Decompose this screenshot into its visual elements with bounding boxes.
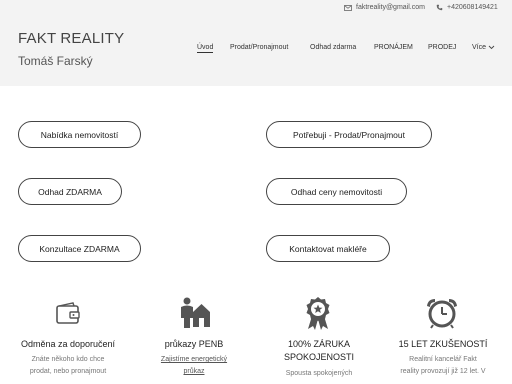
- contact-email[interactable]: faktreality@gmail.com: [344, 4, 425, 11]
- site-title[interactable]: FAKT REALITY: [18, 30, 124, 47]
- envelope-icon: [344, 4, 352, 11]
- feature-referral-title: Odměna za doporučení: [20, 339, 116, 349]
- free-valuation-button[interactable]: Odhad ZDARMA: [18, 178, 122, 205]
- nav-item-uvod[interactable]: Úvod: [197, 44, 214, 53]
- award-badge-icon: [306, 297, 330, 330]
- sell-rent-button[interactable]: Potřebuji - Prodat/Pronajmout: [266, 121, 432, 148]
- nav-item-pronajem[interactable]: PRONÁJEM: [374, 44, 413, 51]
- site-header: FAKT REALITY Tomáš Farský Úvod Prodat/Pr…: [0, 20, 512, 86]
- contact-phone-text: +420608149421: [447, 4, 498, 11]
- feature-guarantee-title-2: SPOKOJENOSTI: [283, 352, 354, 362]
- top-contact-bar: faktreality@gmail.com +420608149421: [0, 0, 512, 20]
- feature-penb-title: průkazy PENB: [164, 339, 224, 349]
- feature-penb-link-2[interactable]: průkaz: [134, 366, 254, 378]
- offer-properties-button[interactable]: Nabídka nemovitostí: [18, 121, 141, 148]
- feature-guarantee-text-1: Spousta spokojených: [285, 370, 353, 377]
- feature-guarantee-title-1: 100% ZÁRUKA: [287, 339, 351, 349]
- alarm-clock-icon: [427, 299, 457, 329]
- person-house-icon: [181, 297, 210, 328]
- contact-phone[interactable]: +420608149421: [436, 4, 498, 11]
- feature-referral-text-2: prodat, nebo pronajmout: [29, 368, 107, 375]
- nav-item-prodej[interactable]: PRODEJ: [428, 44, 456, 51]
- contact-agent-button[interactable]: Kontaktovat makléře: [266, 235, 390, 262]
- feature-referral-text-1: Znáte někoho kdo chce: [31, 356, 105, 363]
- feature-experience-text-1: Realitní kancelář Fakt: [409, 356, 477, 363]
- contact-email-text: faktreality@gmail.com: [356, 4, 425, 11]
- site-subtitle[interactable]: Tomáš Farský: [18, 54, 93, 68]
- chevron-down-icon: [488, 45, 495, 50]
- property-price-estimate-button[interactable]: Odhad ceny nemovitosti: [266, 178, 407, 205]
- nav-item-prodat-pronajmout[interactable]: Prodat/Pronajmout: [230, 44, 288, 51]
- feature-experience-text-2: reality provozují již 12 let. V: [400, 368, 486, 375]
- nav-item-odhad-zdarma[interactable]: Odhad zdarma: [310, 44, 356, 51]
- nav-item-vice-label: Více: [472, 44, 487, 51]
- wallet-icon: [56, 302, 80, 324]
- feature-penb-link-1[interactable]: Zajistíme energetický: [134, 354, 254, 366]
- free-consultation-button[interactable]: Konzultace ZDARMA: [18, 235, 141, 262]
- nav-item-vice[interactable]: Více: [472, 44, 495, 51]
- feature-experience-title: 15 LET ZKUŠENOSTÍ: [398, 339, 488, 349]
- phone-icon: [436, 4, 443, 11]
